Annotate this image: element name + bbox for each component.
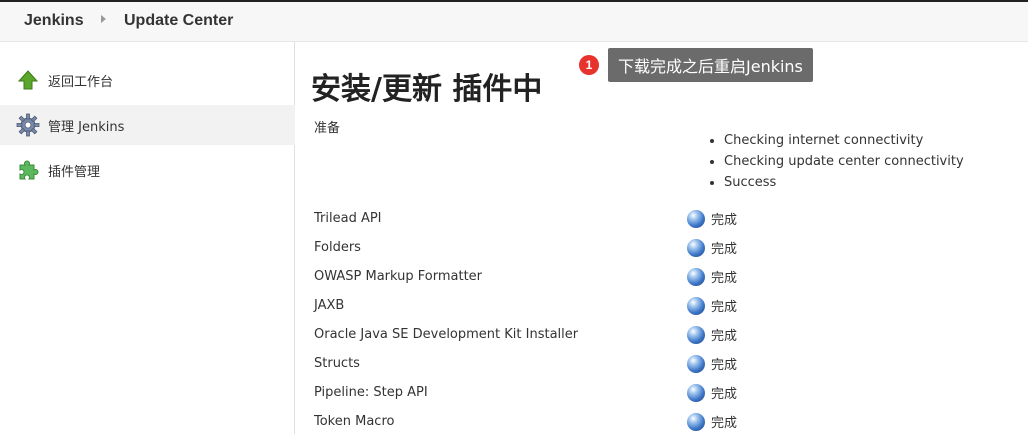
main-content: 安装/更新 插件中 准备 Checking internet connectiv… — [296, 42, 1028, 434]
status-ball-icon — [687, 413, 705, 431]
status-text: 完成 — [711, 357, 738, 373]
table-row: JAXB 完成 — [314, 295, 1014, 324]
sidebar-item-plugin-manager[interactable]: 插件管理 — [0, 150, 295, 190]
plugin-name: Pipeline: Step API — [314, 385, 428, 400]
status-ball-icon — [687, 268, 705, 286]
status-ball-icon — [687, 384, 705, 402]
table-row: Token Macro 完成 — [314, 411, 1014, 440]
breadcrumb-bar: Jenkins Update Center — [0, 0, 1028, 42]
plugin-name: Token Macro — [314, 414, 395, 429]
status-text: 完成 — [711, 328, 738, 344]
annotation-tooltip: 下载完成之后重启Jenkins — [608, 48, 813, 82]
plugin-name: JAXB — [314, 298, 345, 313]
status-ball-icon — [687, 210, 705, 228]
plugin-status: 完成 — [687, 324, 737, 344]
breadcrumb-chevron-icon — [101, 15, 106, 23]
status-text: 完成 — [711, 299, 738, 315]
preparation-label: 准备 — [314, 121, 341, 136]
table-row: Pipeline: Step API 完成 — [314, 382, 1014, 411]
plugin-status: 完成 — [687, 411, 737, 431]
sidebar: 返回工作台 管理 Jenkins 插件管理 — [0, 42, 295, 434]
breadcrumb-jenkins[interactable]: Jenkins — [24, 12, 84, 30]
up-arrow-icon — [16, 68, 40, 92]
table-row: Oracle Java SE Development Kit Installer… — [314, 324, 1014, 353]
gear-icon — [16, 113, 40, 137]
annotation-badge: 1 — [579, 55, 599, 75]
plugin-status: 完成 — [687, 353, 737, 373]
status-text: 完成 — [711, 386, 738, 402]
table-row: Folders 完成 — [314, 237, 1014, 266]
status-text: 完成 — [711, 270, 738, 286]
table-row: Trilead API 完成 — [314, 208, 1014, 237]
plugin-status: 完成 — [687, 266, 737, 286]
plugin-name: OWASP Markup Formatter — [314, 269, 483, 284]
list-item: Checking internet connectivity — [724, 130, 964, 151]
status-ball-icon — [687, 239, 705, 257]
list-item: Checking update center connectivity — [724, 151, 964, 172]
plugin-name: Trilead API — [314, 211, 382, 226]
sidebar-item-manage-jenkins[interactable]: 管理 Jenkins — [0, 105, 295, 145]
plugin-status: 完成 — [687, 237, 737, 257]
plugin-status: 完成 — [687, 295, 737, 315]
status-ball-icon — [687, 326, 705, 344]
plugin-name: Oracle Java SE Development Kit Installer — [314, 327, 579, 342]
sidebar-item-back-dashboard[interactable]: 返回工作台 — [0, 60, 295, 100]
table-row: Structs 完成 — [314, 353, 1014, 382]
status-ball-icon — [687, 297, 705, 315]
sidebar-item-label: 插件管理 — [48, 164, 101, 180]
plugin-name: Folders — [314, 240, 361, 255]
list-item: Success — [724, 172, 964, 193]
status-text: 完成 — [711, 241, 738, 257]
status-ball-icon — [687, 355, 705, 373]
status-text: 完成 — [711, 212, 738, 228]
plugin-name: Structs — [314, 356, 360, 371]
sidebar-item-label: 管理 Jenkins — [48, 119, 125, 135]
connectivity-check-list: Checking internet connectivity Checking … — [706, 130, 964, 193]
plugin-status: 完成 — [687, 208, 737, 228]
page-title: 安装/更新 插件中 — [311, 72, 543, 107]
sidebar-item-label: 返回工作台 — [48, 74, 114, 90]
puzzle-icon — [16, 158, 40, 182]
breadcrumb-update-center[interactable]: Update Center — [124, 12, 233, 30]
table-row: OWASP Markup Formatter 完成 — [314, 266, 1014, 295]
status-text: 完成 — [711, 415, 738, 431]
plugin-status: 完成 — [687, 382, 737, 402]
